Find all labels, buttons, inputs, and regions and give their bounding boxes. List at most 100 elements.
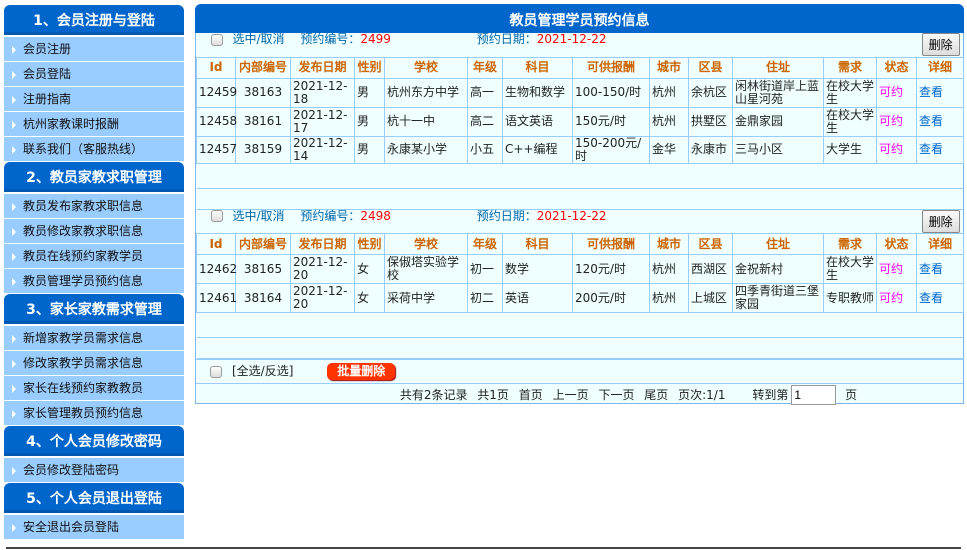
delete-button[interactable]: 删除 (921, 209, 960, 233)
sidebar-section-header: 1、会员注册与登陆 (4, 5, 184, 37)
booking-no-label: 预约编号： (300, 208, 361, 223)
next-page-link[interactable]: 下一页 (598, 388, 634, 402)
cell: 38165 (235, 254, 291, 284)
cell[interactable]: 查看 (915, 254, 965, 284)
cell[interactable]: 查看 (915, 106, 965, 137)
cell[interactable]: 查看 (915, 283, 965, 313)
cell: 38164 (235, 283, 291, 313)
sidebar-item-label: 会员注册 (23, 42, 72, 56)
column-header: 科目 (502, 56, 573, 79)
sidebar-section-header: 4、个人会员修改密码 (4, 426, 184, 458)
sidebar-item[interactable]: 教员发布家教求职信息 (4, 194, 184, 219)
delete-button[interactable]: 删除 (921, 33, 960, 57)
cell: 杭州 (649, 283, 689, 313)
last-page-link[interactable]: 尾页 (644, 388, 668, 402)
sidebar-section-header: 5、个人会员退出登陆 (4, 483, 184, 515)
sidebar-item[interactable]: 安全退出会员登陆 (4, 515, 184, 540)
select-all-checkbox[interactable] (210, 365, 222, 378)
table-row: 12461 38164 2021-12-20 女采荷中学 初二 英语 200元/时 杭州 上城区… (196, 283, 965, 313)
cell: 在校大学生 (823, 106, 877, 137)
cell: 2021-12-20 (290, 283, 355, 313)
empty-row (196, 187, 964, 210)
cell: 专职教师 (823, 283, 877, 313)
cell: 在校大学生 (823, 254, 877, 284)
cell: 数学 (502, 254, 573, 284)
column-header: 状态 (876, 233, 917, 255)
batch-delete-button[interactable]: 批量删除 (327, 363, 396, 380)
column-header: 发布日期 (290, 56, 355, 79)
group-checkbox[interactable] (210, 33, 223, 46)
select-all-label[interactable]: [全选/反选] (232, 364, 293, 378)
cell: 杭州 (649, 106, 689, 137)
total-pages: 共1页 (477, 387, 509, 402)
column-header: 学校 (384, 56, 468, 79)
sidebar-item[interactable]: 会员修改登陆密码 (4, 458, 184, 483)
sidebar-item-label: 教员发布家教求职信息 (23, 199, 144, 213)
sidebar-item[interactable]: 会员注册 (4, 37, 184, 62)
select-toggle-label[interactable]: 选中/取消 (233, 32, 285, 46)
column-header: 区县 (688, 233, 733, 255)
booking-date-label: 预约日期： (476, 32, 537, 47)
select-toggle-label[interactable]: 选中/取消 (233, 209, 285, 223)
column-header: 发布日期 (290, 233, 355, 255)
prev-page-link[interactable]: 上一页 (553, 388, 589, 402)
cell: 2021-12-18 (290, 77, 355, 108)
sidebar-item[interactable]: 会员登陆 (4, 62, 184, 87)
cell: 38159 (235, 135, 291, 164)
cell: 可约 (876, 254, 917, 284)
sidebar-item[interactable]: 教员在线预约家教学员 (4, 244, 184, 269)
sidebar-item[interactable]: 杭州家教课时报酬 (4, 112, 184, 137)
cell: 12461 (196, 283, 237, 313)
sidebar-section-header: 2、教员家教求职管理 (4, 162, 184, 194)
sidebar-item[interactable]: 注册指南 (4, 87, 184, 112)
column-header: 住址 (732, 233, 824, 255)
cell: 可约 (876, 283, 917, 313)
goto-page-input[interactable] (791, 385, 837, 405)
cell: 语文英语 (502, 106, 573, 137)
cell: 120元/时 (572, 254, 650, 284)
sidebar-item[interactable]: 教员管理学员预约信息 (4, 269, 184, 294)
cell: 余杭区 (688, 77, 733, 108)
column-header: 城市 (649, 56, 689, 79)
arrow-right-icon (12, 45, 16, 54)
arrow-right-icon (12, 145, 16, 154)
cell: 2021-12-14 (290, 135, 355, 164)
sidebar-item[interactable]: 新增家教学员需求信息 (4, 326, 184, 351)
cell[interactable]: 查看 (915, 135, 965, 164)
sidebar-item-label: 注册指南 (23, 92, 72, 106)
column-header: 年级 (467, 56, 503, 79)
sidebar-item[interactable]: 教员修改家教求职信息 (4, 219, 184, 244)
cell: 金华 (649, 135, 689, 164)
sidebar-item-label: 联系我们（客服热线） (23, 142, 144, 156)
sidebar-item-label: 家长在线预约家教教员 (23, 381, 144, 395)
sidebar-item[interactable]: 联系我们（客服热线） (4, 137, 184, 162)
sidebar-item-label: 会员登陆 (23, 67, 72, 81)
cell[interactable]: 查看 (915, 77, 965, 108)
group-checkbox[interactable] (210, 210, 223, 223)
cell: 初一 (467, 254, 503, 284)
cell: 女 (354, 283, 385, 313)
column-header: 内部编号 (235, 56, 291, 79)
goto-label: 转到第 (752, 387, 789, 402)
cell: 可约 (876, 77, 917, 108)
booking-date: 2021-12-22 (536, 32, 607, 47)
cell: 100-150/时 (572, 77, 650, 108)
cell: 高一 (467, 77, 503, 108)
column-header: Id (196, 233, 236, 255)
booking-date: 2021-12-22 (536, 208, 607, 223)
cell: 38163 (235, 77, 291, 108)
cell: 150元/时 (572, 106, 650, 137)
arrow-right-icon (12, 70, 16, 79)
column-header: 可供报酬 (572, 56, 650, 79)
sidebar-item[interactable]: 家长在线预约家教教员 (4, 376, 184, 401)
sidebar-item[interactable]: 修改家教学员需求信息 (4, 351, 184, 376)
sidebar-item-label: 教员在线预约家教学员 (23, 249, 144, 263)
cell: 12457 (196, 135, 237, 164)
cell: 西湖区 (688, 254, 733, 284)
cell: 12458 (196, 106, 237, 137)
column-header: 年级 (467, 233, 503, 255)
empty-row (196, 162, 964, 189)
first-page-link[interactable]: 首页 (519, 388, 543, 402)
column-header: 详细 (915, 233, 965, 255)
sidebar-item[interactable]: 家长管理教员预约信息 (4, 401, 184, 426)
